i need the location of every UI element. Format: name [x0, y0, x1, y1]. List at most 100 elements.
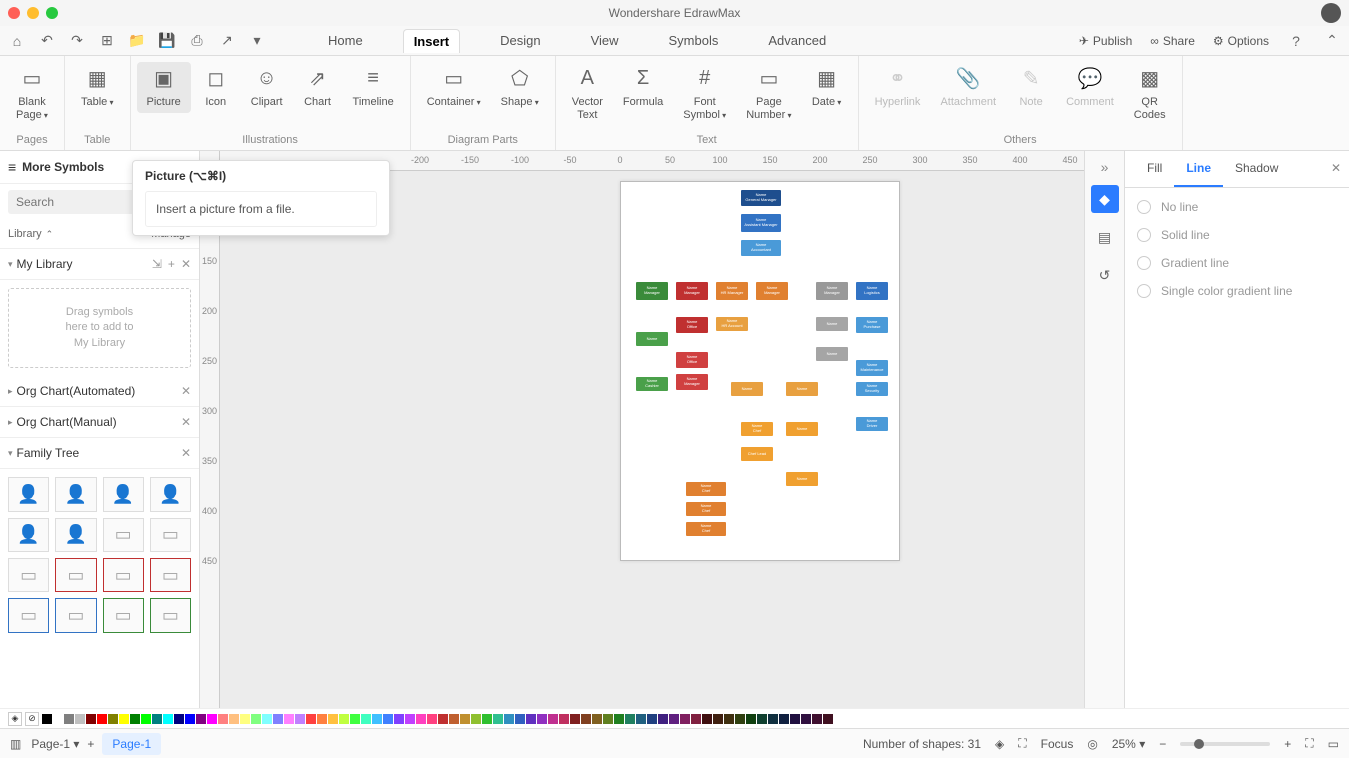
color-swatch[interactable]	[647, 714, 657, 724]
timeline-button[interactable]: ≡Timeline	[343, 62, 404, 113]
color-swatch[interactable]	[207, 714, 217, 724]
collapse-panel-icon[interactable]: »	[1101, 159, 1109, 175]
close-section-icon[interactable]: ✕	[181, 384, 191, 398]
zoom-in-button[interactable]: +	[1284, 737, 1291, 751]
font-symbol-button[interactable]: #Font Symbol	[673, 62, 736, 126]
drawing-page[interactable]: Name General ManagerName Assistant Manag…	[620, 181, 900, 561]
home-icon[interactable]: ⌂	[8, 32, 26, 50]
page-setup-icon[interactable]: ▤	[1091, 223, 1119, 251]
org-node[interactable]: Name	[731, 382, 763, 396]
color-swatch[interactable]	[449, 714, 459, 724]
page-list-icon[interactable]: ▥	[10, 737, 21, 751]
new-icon[interactable]: ⊞	[98, 32, 116, 50]
color-swatch[interactable]	[152, 714, 162, 724]
symbol-item[interactable]: 👤	[8, 518, 49, 552]
color-swatch[interactable]	[636, 714, 646, 724]
color-swatch[interactable]	[284, 714, 294, 724]
symbol-item[interactable]: ▭	[150, 518, 191, 552]
color-swatch[interactable]	[394, 714, 404, 724]
color-swatch[interactable]	[196, 714, 206, 724]
color-swatch[interactable]	[251, 714, 261, 724]
color-swatch[interactable]	[537, 714, 547, 724]
color-swatch[interactable]	[339, 714, 349, 724]
symbol-item[interactable]: ▭	[150, 558, 191, 592]
org-node[interactable]: Name Cashier	[636, 377, 668, 391]
color-swatch[interactable]	[372, 714, 382, 724]
customize-dropdown-icon[interactable]: ▾	[248, 32, 266, 50]
color-swatch[interactable]	[812, 714, 822, 724]
family-tree-section[interactable]: Family Tree ✕	[0, 438, 199, 469]
color-swatch[interactable]	[405, 714, 415, 724]
save-icon[interactable]: 💾	[158, 32, 176, 50]
color-swatch[interactable]	[658, 714, 668, 724]
org-node[interactable]: Name	[816, 317, 848, 331]
user-avatar[interactable]	[1321, 3, 1341, 23]
org-node[interactable]: Name HR Manager	[716, 282, 748, 300]
options-button[interactable]: ⚙Options	[1213, 34, 1269, 48]
close-panel-icon[interactable]: ✕	[1331, 161, 1341, 175]
org-node[interactable]: Name	[816, 347, 848, 361]
icon-button[interactable]: ◻Icon	[191, 62, 241, 113]
color-swatch[interactable]	[768, 714, 778, 724]
color-swatch[interactable]	[559, 714, 569, 724]
tab-insert[interactable]: Insert	[403, 29, 460, 53]
color-swatch[interactable]	[75, 714, 85, 724]
org-node[interactable]: Name Chef	[686, 502, 726, 516]
my-library-dropzone[interactable]: Drag symbols here to add to My Library	[8, 288, 191, 368]
color-swatch[interactable]	[262, 714, 272, 724]
share-button[interactable]: ∞Share	[1150, 34, 1195, 48]
org-node[interactable]: Chef Lead	[741, 447, 773, 461]
symbol-item[interactable]: ▭	[8, 598, 49, 632]
org-node[interactable]: Name Accountant	[741, 240, 781, 256]
add-icon[interactable]: +	[168, 257, 175, 271]
open-icon[interactable]: 📁	[128, 32, 146, 50]
layers-icon[interactable]: ◈	[995, 737, 1004, 751]
tab-shadow[interactable]: Shadow	[1223, 151, 1290, 187]
formula-button[interactable]: ΣFormula	[613, 62, 673, 113]
color-swatch[interactable]	[493, 714, 503, 724]
color-swatch[interactable]	[779, 714, 789, 724]
close-section-icon[interactable]: ✕	[181, 257, 191, 271]
symbol-item[interactable]: ▭	[150, 598, 191, 632]
color-swatch[interactable]	[680, 714, 690, 724]
org-node[interactable]: Name Manager	[636, 282, 668, 300]
clipart-button[interactable]: ☺Clipart	[241, 62, 293, 113]
org-node[interactable]: Name Manager	[756, 282, 788, 300]
help-icon[interactable]: ?	[1287, 32, 1305, 50]
collapse-ribbon-icon[interactable]: ⌃	[1323, 32, 1341, 50]
canvas-scroll[interactable]: Name General ManagerName Assistant Manag…	[220, 171, 1084, 708]
symbol-item[interactable]: 👤	[55, 518, 96, 552]
org-node[interactable]: Name	[786, 422, 818, 436]
org-node[interactable]: Name Office	[676, 317, 708, 333]
tab-fill[interactable]: Fill	[1135, 151, 1174, 187]
color-swatch[interactable]	[735, 714, 745, 724]
org-node[interactable]: Name Maintenance	[856, 360, 888, 376]
close-window-button[interactable]	[8, 7, 20, 19]
org-chart-auto-section[interactable]: Org Chart(Automated) ✕	[0, 376, 199, 407]
line-option-gradient[interactable]: Gradient line	[1137, 256, 1337, 270]
color-swatch[interactable]	[97, 714, 107, 724]
minimize-window-button[interactable]	[27, 7, 39, 19]
color-swatch[interactable]	[130, 714, 140, 724]
tab-line[interactable]: Line	[1174, 151, 1223, 187]
color-swatch[interactable]	[53, 714, 63, 724]
color-swatch[interactable]	[570, 714, 580, 724]
color-swatch[interactable]	[328, 714, 338, 724]
org-node[interactable]: Name Chef	[686, 482, 726, 496]
color-swatch[interactable]	[119, 714, 129, 724]
color-swatch[interactable]	[823, 714, 833, 724]
color-swatch[interactable]	[438, 714, 448, 724]
tab-advanced[interactable]: Advanced	[758, 29, 836, 53]
color-swatch[interactable]	[174, 714, 184, 724]
resize-icon[interactable]: ⇲	[152, 257, 162, 271]
color-swatch[interactable]	[515, 714, 525, 724]
color-swatch[interactable]	[416, 714, 426, 724]
symbol-item[interactable]: ▭	[8, 558, 49, 592]
fit-icon[interactable]: ◎	[1087, 737, 1097, 751]
fill-tool-icon[interactable]: ◆	[1091, 185, 1119, 213]
color-swatch[interactable]	[163, 714, 173, 724]
org-node[interactable]: Name General Manager	[741, 190, 781, 206]
color-swatch[interactable]	[581, 714, 591, 724]
color-swatch[interactable]	[504, 714, 514, 724]
no-fill-icon[interactable]: ⊘	[25, 712, 39, 726]
